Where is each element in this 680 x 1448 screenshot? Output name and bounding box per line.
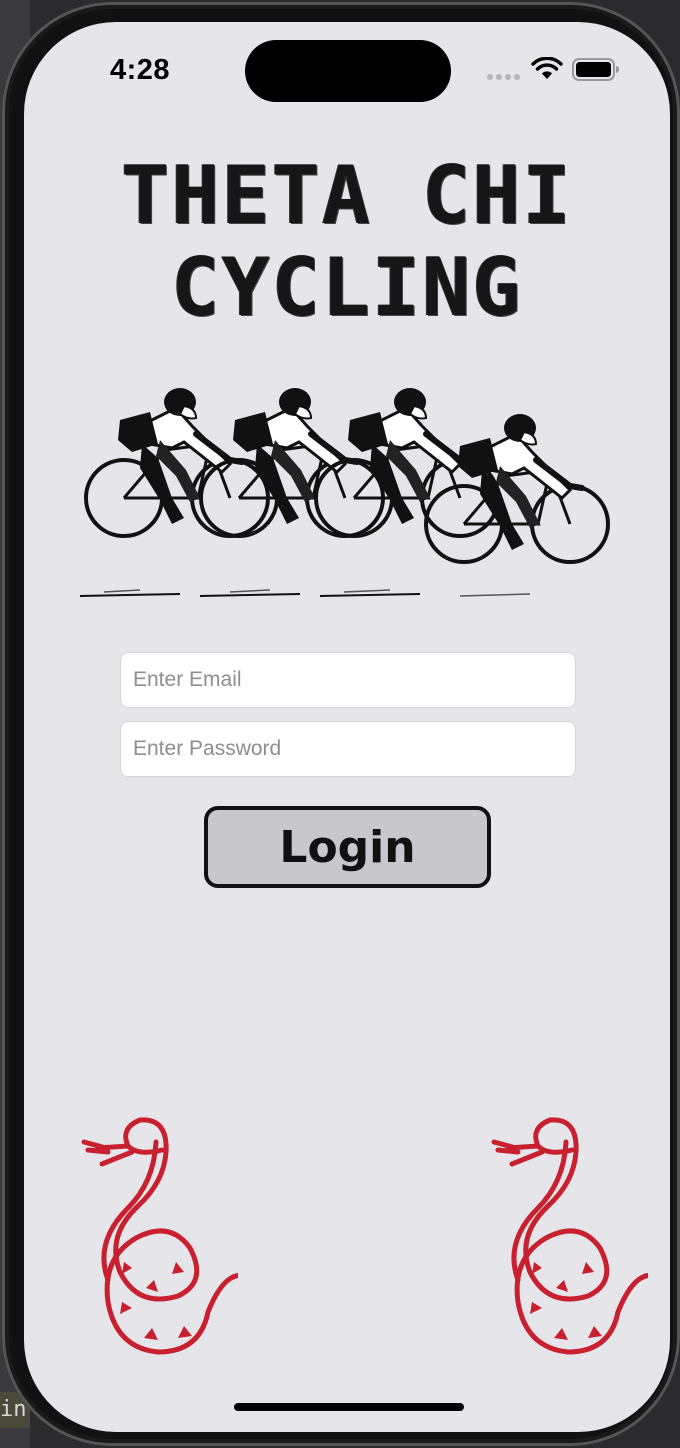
dynamic-island xyxy=(245,40,451,102)
app-screen: 4:28 THETA CHI CYCLING Enter Email Login xyxy=(24,22,670,1432)
status-time: 4:28 xyxy=(110,54,171,86)
phone-frame: 4:28 THETA CHI CYCLING Enter Email Login xyxy=(2,2,680,1446)
battery-icon xyxy=(572,58,619,81)
app-title-line1: THETA CHI xyxy=(121,149,573,242)
home-indicator[interactable] xyxy=(234,1403,464,1411)
email-field[interactable] xyxy=(120,652,576,708)
app-title-line2: CYCLING xyxy=(171,241,523,334)
snake-emblem-icon xyxy=(81,1117,238,1355)
cellular-dots-icon xyxy=(487,74,521,80)
app-title: THETA CHI CYCLING xyxy=(24,150,670,334)
snake-emblem-icon xyxy=(491,1117,648,1355)
cyclists-illustration xyxy=(80,378,616,597)
login-button[interactable]: Login xyxy=(204,806,491,888)
wifi-icon xyxy=(531,57,563,79)
password-field[interactable] xyxy=(120,721,576,777)
